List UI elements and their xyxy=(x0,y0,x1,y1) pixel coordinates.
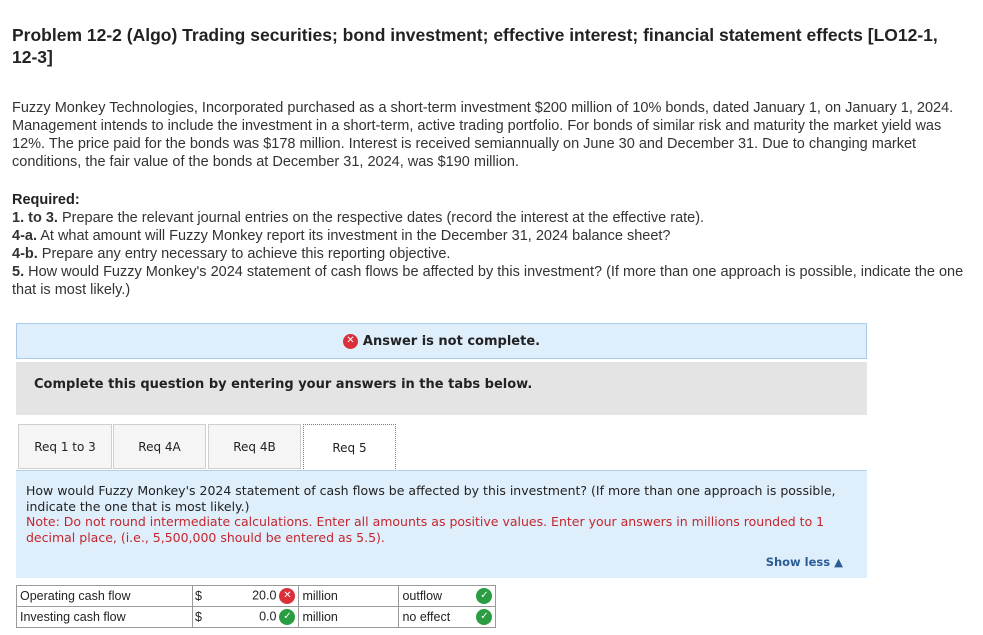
table-row: Investing cash flow $ 0.0 ✓ million no ef… xyxy=(16,606,497,628)
requirement-text: How would Fuzzy Monkey's 2024 statement … xyxy=(12,264,964,298)
row-label: Investing cash flow xyxy=(16,606,193,628)
requirement-item: 5. How would Fuzzy Monkey's 2024 stateme… xyxy=(12,263,967,299)
question-text: How would Fuzzy Monkey's 2024 statement … xyxy=(26,483,836,514)
amount-input[interactable]: 20.0 ✕ xyxy=(201,585,300,607)
tab-req-4b[interactable]: Req 4B xyxy=(208,424,301,469)
unit-label: million xyxy=(298,585,400,607)
instructions-box: Complete this question by entering your … xyxy=(16,362,867,415)
requirement-text: Prepare the relevant journal entries on … xyxy=(57,210,705,226)
unit-label: million xyxy=(298,606,400,628)
instructions-text: Complete this question by entering your … xyxy=(34,377,533,392)
row-label: Operating cash flow xyxy=(16,585,193,607)
requirement-text: At what amount will Fuzzy Monkey report … xyxy=(37,228,671,244)
x-circle-icon: ✕ xyxy=(342,333,358,349)
requirement-number: 1. to 3. xyxy=(12,210,58,226)
tab-label: Req 4A xyxy=(138,439,181,454)
required-heading: Required: xyxy=(12,192,80,208)
show-less-link[interactable]: Show less ▲ xyxy=(766,555,843,569)
problem-title: Problem 12-2 (Algo) Trading securities; … xyxy=(12,25,938,67)
currency-symbol: $ xyxy=(191,585,202,607)
currency-symbol: $ xyxy=(191,606,202,628)
amount-value: 20.0 xyxy=(252,588,277,603)
tab-req-1-to-3[interactable]: Req 1 to 3 xyxy=(18,424,112,469)
question-panel: How would Fuzzy Monkey's 2024 statement … xyxy=(16,471,867,578)
show-less-label: Show less xyxy=(765,555,831,569)
incorrect-icon: ✕ xyxy=(279,588,296,604)
effect-select[interactable]: no effect ✓ xyxy=(398,606,497,628)
check-icon: ✓ xyxy=(476,588,493,604)
tab-label: Req 4B xyxy=(233,439,276,454)
requirement-number: 4-b. xyxy=(12,246,38,262)
requirement-item: 4-b. Prepare any entry necessary to achi… xyxy=(12,245,967,263)
requirement-item: 1. to 3. Prepare the relevant journal en… xyxy=(12,209,967,227)
problem-description: Fuzzy Monkey Technologies, Incorporated … xyxy=(12,100,954,170)
amount-input[interactable]: 0.0 ✓ xyxy=(201,606,300,628)
answer-status-text: Answer is not complete. xyxy=(362,333,541,349)
effect-value: no effect xyxy=(402,610,451,624)
table-row: Operating cash flow $ 20.0 ✕ million outf… xyxy=(16,585,497,607)
check-icon: ✓ xyxy=(279,609,296,625)
tab-req-4a[interactable]: Req 4A xyxy=(113,424,206,469)
amount-value: 0.0 xyxy=(259,609,277,624)
effect-value: outflow xyxy=(402,589,443,603)
answer-table: Operating cash flow $ 20.0 ✕ million outf… xyxy=(16,585,497,628)
answer-status-banner: ✕ Answer is not complete. xyxy=(16,323,867,359)
question-note: Note: Do not round intermediate calculat… xyxy=(26,514,825,545)
tab-label: Req 5 xyxy=(332,440,367,455)
effect-select[interactable]: outflow ✓ xyxy=(398,585,497,607)
tab-label: Req 1 to 3 xyxy=(34,439,96,454)
requirement-text: Prepare any entry necessary to achieve t… xyxy=(37,246,451,262)
check-icon: ✓ xyxy=(476,609,493,625)
triangle-up-icon: ▲ xyxy=(834,555,843,569)
tab-req-5[interactable]: Req 5 xyxy=(303,424,396,471)
requirement-number: 4-a. xyxy=(12,228,37,244)
requirement-item: 4-a. At what amount will Fuzzy Monkey re… xyxy=(12,227,967,245)
requirement-number: 5. xyxy=(12,264,25,280)
requirements-list: 1. to 3. Prepare the relevant journal en… xyxy=(12,209,967,299)
